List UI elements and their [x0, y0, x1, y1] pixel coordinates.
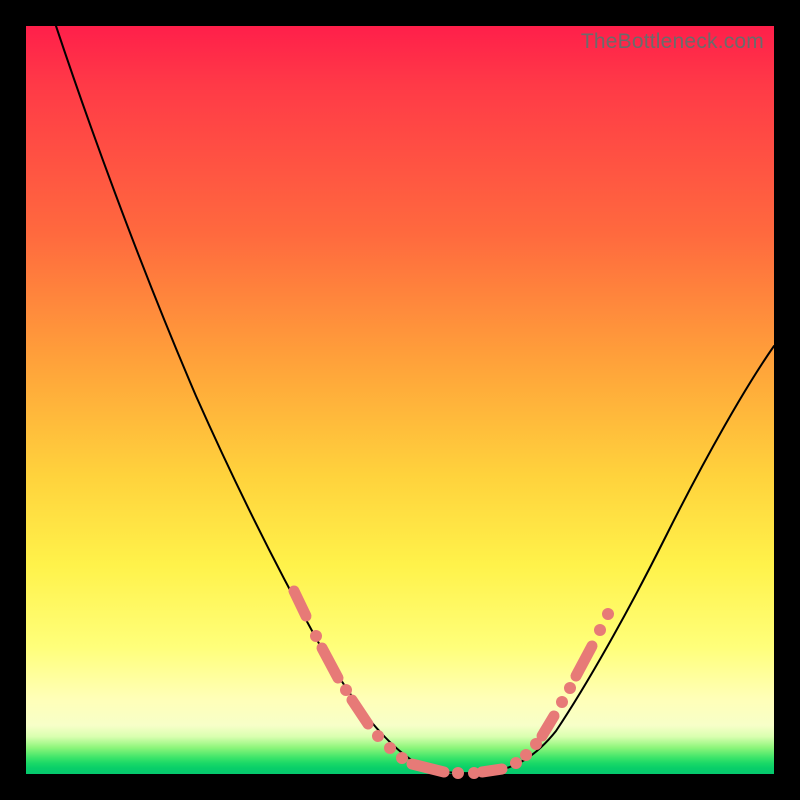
plot-area: TheBottleneck.com	[26, 26, 774, 774]
chart-stage: TheBottleneck.com	[0, 0, 800, 800]
bottleneck-curve	[56, 26, 774, 773]
highlight-dots	[294, 591, 614, 779]
bottleneck-curve-svg	[26, 26, 774, 774]
